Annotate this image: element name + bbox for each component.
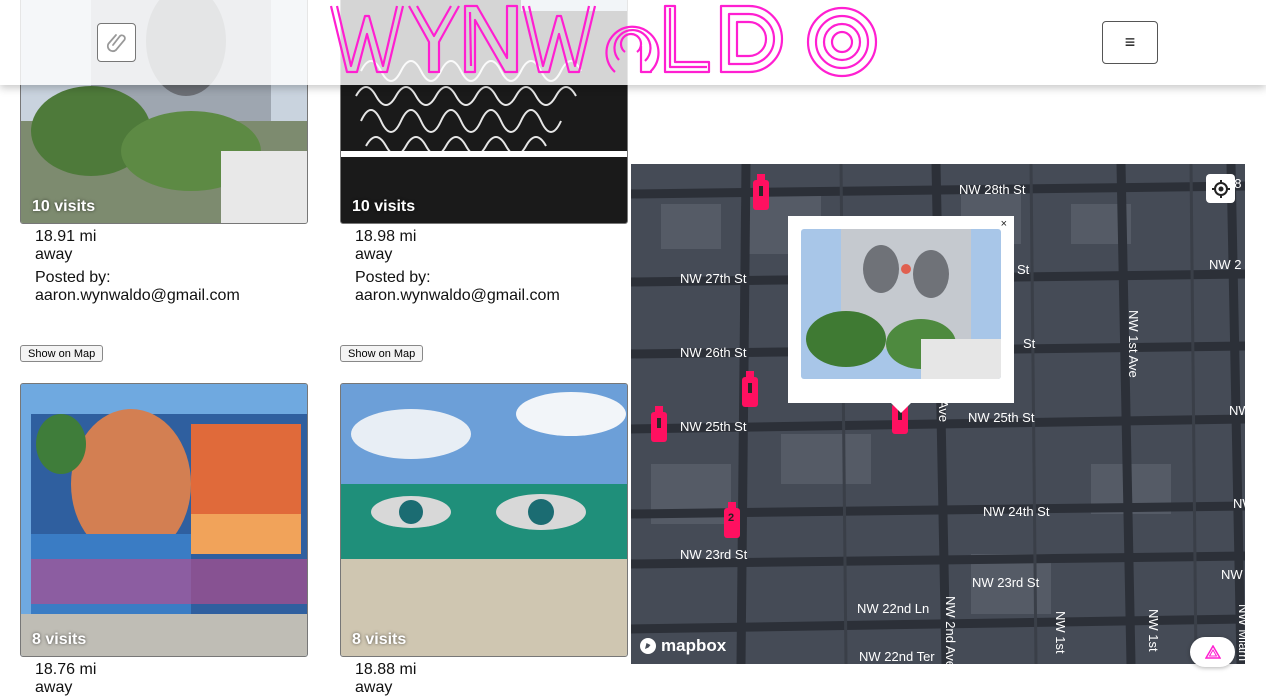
spray-can-pin[interactable] <box>741 369 759 407</box>
street-label: St <box>1017 262 1030 277</box>
posted-by-text: Posted by: aaron.wynwaldo@gmail.com <box>35 269 240 304</box>
mural-photo[interactable]: 8 visits <box>340 383 628 657</box>
mural-card: 8 visits 18.76 mi away <box>20 383 308 697</box>
street-label: NW 1st <box>1053 611 1068 654</box>
spray-can-pin[interactable] <box>752 172 770 210</box>
street-label: NW 2nd Ave <box>943 596 958 664</box>
paperclip-icon <box>106 33 126 52</box>
mural-card: 8 visits 18.88 mi away <box>340 383 628 697</box>
street-label: NW 2 <box>1209 257 1242 272</box>
triangle-logo-icon <box>1204 645 1221 659</box>
geolocate-button[interactable] <box>1206 174 1235 203</box>
mapbox-wordmark: mapbox <box>661 636 727 655</box>
spray-can-pin[interactable] <box>650 404 668 442</box>
mural-photo[interactable]: 8 visits <box>20 383 308 657</box>
distance-text: 18.76 mi away <box>35 661 97 696</box>
app-badge-button[interactable] <box>1190 637 1235 667</box>
street-label: Ave <box>936 400 951 423</box>
street-label: NW 22nd Ter <box>859 649 935 664</box>
wynwaldo-logo[interactable] <box>325 0 900 85</box>
distance-text: 18.98 mi away <box>355 228 417 263</box>
show-on-map-button[interactable]: Show on Map <box>20 345 104 362</box>
map-popup: × <box>788 216 1014 413</box>
street-label: NW 26th St <box>680 345 747 360</box>
pin-count-label: 2 <box>728 512 735 524</box>
posted-by-text: Posted by: aaron.wynwaldo@gmail.com <box>355 269 560 304</box>
popup-mural-photo[interactable] <box>801 229 1001 379</box>
street-label: NW 22nd Ln <box>857 601 930 616</box>
street-label: NW Miam <box>1236 604 1245 662</box>
street-label: NW <box>1233 496 1245 511</box>
street-label: NW <box>1229 403 1245 418</box>
crosshair-icon <box>1211 179 1230 198</box>
mapbox-attribution[interactable]: mapbox <box>639 636 726 656</box>
street-label: NW 23rd St <box>972 575 1040 590</box>
distance-text: 18.88 mi away <box>355 661 417 696</box>
mural-map[interactable]: NW 28th St NW 27th St NW 26th St NW 25th… <box>631 164 1245 664</box>
distance-text: 18.91 mi away <box>35 228 97 263</box>
visit-count: 8 visits <box>32 631 87 648</box>
visit-count: 10 visits <box>352 198 416 215</box>
street-label: NW 28th St <box>959 182 1026 197</box>
street-label: NW 27th St <box>680 271 747 286</box>
street-label: NW 25th St <box>680 419 747 434</box>
close-icon[interactable]: × <box>1001 218 1007 230</box>
street-label: NW 23rd St <box>680 547 748 562</box>
street-label: NW 25th St <box>968 410 1035 425</box>
show-on-map-button[interactable]: Show on Map <box>340 345 424 362</box>
visit-count: 8 visits <box>352 631 407 648</box>
spray-can-pin[interactable]: 2 <box>723 500 741 538</box>
street-label: NW 1st <box>1146 609 1161 652</box>
street-label: NW 24th St <box>983 504 1050 519</box>
mapbox-icon <box>640 638 656 654</box>
street-label: NW 1st Ave <box>1126 310 1141 378</box>
attach-button[interactable] <box>97 23 136 62</box>
visit-count: 10 visits <box>32 198 96 215</box>
street-label: NW <box>1221 567 1243 582</box>
top-header: ≡ <box>0 0 1266 85</box>
hamburger-icon: ≡ <box>1124 32 1136 52</box>
street-label: St <box>1023 336 1036 351</box>
menu-button[interactable]: ≡ <box>1102 21 1158 64</box>
